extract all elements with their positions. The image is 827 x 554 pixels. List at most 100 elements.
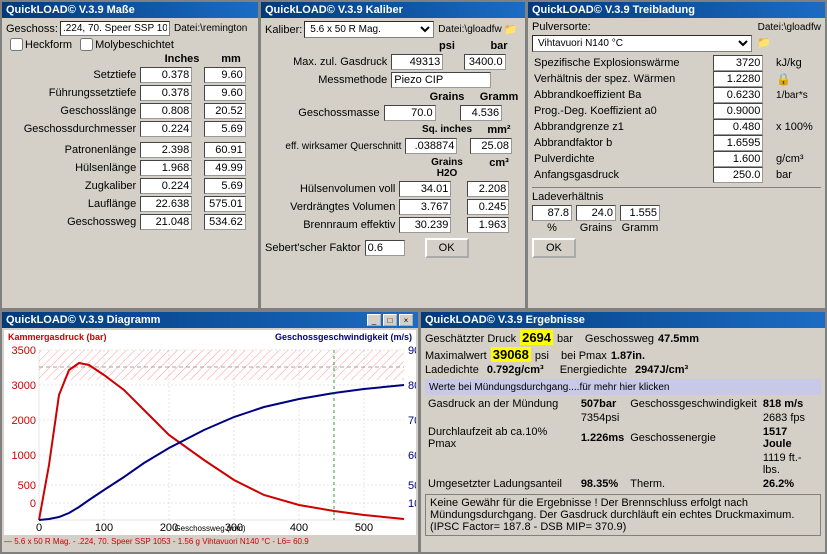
prog-val[interactable]	[713, 103, 763, 119]
geschossweg-erg-label: Geschossweg	[585, 333, 654, 345]
geschoss-label: Geschoss:	[6, 23, 58, 35]
laenge-mm[interactable]	[204, 103, 246, 119]
geschossweg-in[interactable]	[140, 214, 192, 230]
svg-text:800: 800	[408, 380, 416, 392]
treibladung-ok-button[interactable]: OK	[532, 238, 576, 258]
kaliber-ok-button[interactable]: OK	[425, 238, 469, 258]
geschossenergie-label: Geschossenergie	[627, 425, 760, 451]
svg-text:400: 400	[290, 522, 308, 534]
geschossgeschw-val2: 2683 fps	[760, 411, 821, 425]
heckform-checkbox[interactable]: Heckform	[10, 38, 72, 51]
max-unit: psi	[535, 350, 549, 362]
col-gramm: Gramm	[477, 91, 521, 103]
energiedichte-label: Energiedichte	[560, 364, 627, 376]
laufl-in[interactable]	[140, 196, 192, 212]
ladeverh-unit1: %	[532, 222, 572, 234]
geschaetzter-label: Geschätzter Druck	[425, 333, 516, 345]
fuehrung-in[interactable]	[140, 85, 192, 101]
huelsen-cm3[interactable]	[467, 181, 509, 197]
x-label: Geschossweg (mm)	[174, 524, 245, 533]
anfangsgasdruck-val[interactable]	[713, 167, 763, 183]
umgesetzt-val: 98.35%	[578, 477, 627, 491]
ladeverh-val3[interactable]	[620, 205, 660, 221]
svg-text:2000: 2000	[12, 415, 36, 427]
pulverdichte-unit: g/cm³	[774, 151, 821, 167]
laufl-mm[interactable]	[204, 196, 246, 212]
fuehrung-mm[interactable]	[204, 85, 246, 101]
masse-title: QuickLOAD© V.3.9 Maße	[2, 2, 258, 18]
diagramm-minimize[interactable]: _	[367, 314, 381, 326]
kaliber-icon: 📁	[504, 23, 518, 36]
pulverdichte-val[interactable]	[713, 151, 763, 167]
zugkaliber-in[interactable]	[140, 178, 192, 194]
y-label-right: Geschossgeschwindigkeit (m/s)	[275, 332, 412, 342]
huelsen-gr[interactable]	[399, 181, 451, 197]
kaliber-select[interactable]: 5.6 x 50 R Mag.	[304, 21, 434, 38]
anfangsgasdruck-unit: bar	[774, 167, 821, 183]
geschossmasse-gr[interactable]	[384, 105, 436, 121]
ladeverh-val2[interactable]	[576, 205, 616, 221]
diagramm-restore[interactable]: □	[383, 314, 397, 326]
patronen-mm[interactable]	[204, 142, 246, 158]
brennraum-label: Brennraum effektiv	[265, 216, 397, 234]
laenge-label: Geschosslänge	[6, 102, 138, 120]
pulverdichte-label: Pulverdichte	[532, 151, 713, 167]
geschoss-input[interactable]	[60, 21, 170, 36]
setztiefe-mm[interactable]	[204, 67, 246, 83]
verdraengtes-gr[interactable]	[399, 199, 451, 215]
abbrandfaktor-val[interactable]	[713, 135, 763, 151]
verdraengtes-cm3[interactable]	[467, 199, 509, 215]
geschossweg-mm[interactable]	[204, 214, 246, 230]
durchlaufzeit-label: Durchlaufzeit ab ca.10% Pmax	[425, 425, 578, 451]
eff-sq[interactable]	[405, 138, 457, 154]
huelsenl-in[interactable]	[140, 160, 192, 176]
geschossweg-erg-val: 47.5mm	[658, 333, 699, 345]
svg-text:600: 600	[408, 450, 416, 462]
huelsenl-mm[interactable]	[204, 160, 246, 176]
abbrand-ba-val[interactable]	[713, 87, 763, 103]
geschossenergie-val1: 1517 Joule	[760, 425, 821, 451]
gasdruck-val1: 507bar	[578, 397, 627, 411]
diagramm-title: QuickLOAD© V.3.9 Diagramm	[6, 314, 366, 326]
ladeverh-val1[interactable]	[532, 205, 572, 221]
kaliber-datei: Datei:\gloadfw	[438, 24, 501, 35]
max-gasdruck-bar[interactable]	[464, 54, 506, 70]
zugkaliber-label: Zugkaliber	[6, 177, 138, 195]
svg-text:500: 500	[355, 522, 373, 534]
durchlaufzeit-val: 1.226ms	[578, 425, 627, 451]
diagramm-legend: — 5.6 x 50 R Mag. - .224, 70. Speer SSP …	[4, 537, 416, 546]
laenge-in[interactable]	[140, 103, 192, 119]
diagramm-close[interactable]: ×	[399, 314, 413, 326]
moly-checkbox[interactable]: Molybeschichtet	[80, 38, 174, 51]
messmethode-label: Messmethode	[265, 71, 389, 89]
verh-waermen-val[interactable]	[713, 71, 763, 87]
bei-pmax-label: bei Pmax	[561, 350, 607, 362]
sebert-val[interactable]	[365, 240, 405, 256]
svg-text:900: 900	[408, 345, 416, 357]
spez-explo-val[interactable]	[713, 55, 763, 71]
max-gasdruck-psi[interactable]	[391, 54, 443, 70]
werte-header[interactable]: Werte bei Mündungsdurchgang....für mehr …	[425, 379, 821, 395]
patronen-in[interactable]	[140, 142, 192, 158]
brennraum-gr[interactable]	[399, 217, 451, 233]
messmethode-val[interactable]	[391, 72, 491, 88]
y-label-left: Kammergasdruck (bar)	[8, 332, 107, 342]
col-grains2: Grains H2O	[421, 157, 473, 179]
abbrandgrenze-val[interactable]	[713, 119, 763, 135]
setztiefe-in[interactable]	[140, 67, 192, 83]
panel-ergebnisse: QuickLOAD© V.3.9 Ergebnisse Geschätzter …	[419, 310, 827, 554]
durchmesser-mm[interactable]	[204, 121, 246, 137]
bei-pmax-val: 1.87in.	[611, 350, 645, 362]
pulversorte-select[interactable]: Vihtavuori N140 °C	[532, 35, 752, 52]
brennraum-cm3[interactable]	[467, 217, 509, 233]
abbrandgrenze-unit: x 100%	[774, 119, 821, 135]
durchmesser-in[interactable]	[140, 121, 192, 137]
svg-text:500: 500	[408, 480, 416, 492]
svg-text:3000: 3000	[12, 380, 36, 392]
durchmesser-label: Geschossdurchmesser	[6, 120, 138, 138]
zugkaliber-mm[interactable]	[204, 178, 246, 194]
eff-mm2[interactable]	[470, 138, 512, 154]
svg-text:700: 700	[408, 415, 416, 427]
sebert-label: Sebert'scher Faktor	[265, 242, 361, 254]
geschossmasse-g[interactable]	[460, 105, 502, 121]
